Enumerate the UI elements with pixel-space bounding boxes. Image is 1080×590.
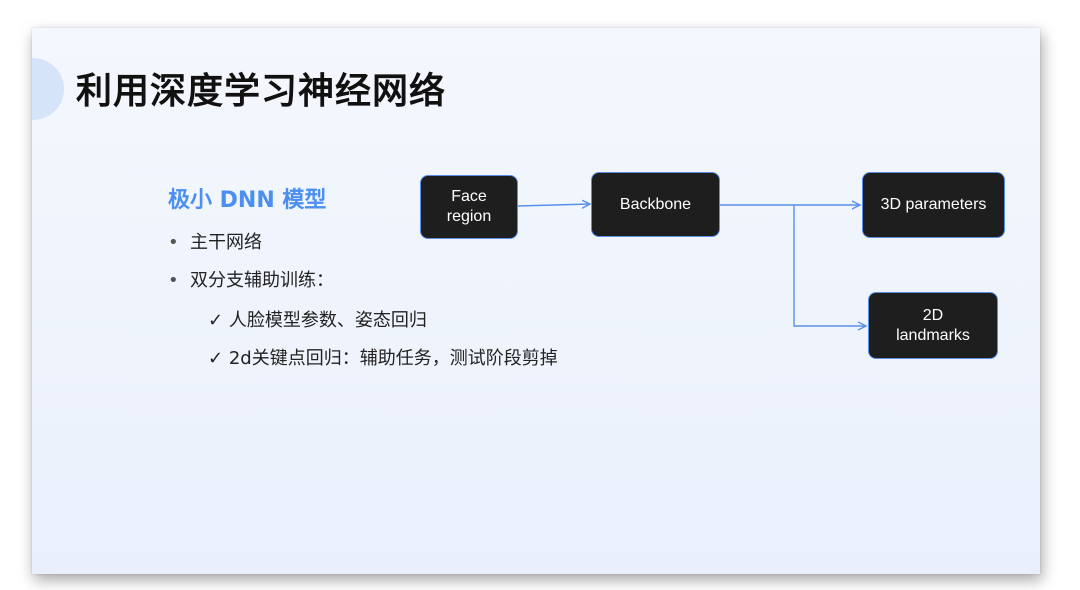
arrow-face-to-backbone <box>517 204 590 206</box>
node-face-region: Face region <box>420 175 518 239</box>
node-2d-landmarks: 2D landmarks <box>868 292 998 359</box>
node-3d-parameters: 3D parameters <box>862 172 1005 238</box>
node-backbone: Backbone <box>591 172 720 237</box>
slide: 利用深度学习神经网络 极小 DNN 模型 • 主干网络 • 双分支辅助训练： ✓ 人… <box>32 28 1040 574</box>
arrow-backbone-to-2d <box>793 205 866 326</box>
